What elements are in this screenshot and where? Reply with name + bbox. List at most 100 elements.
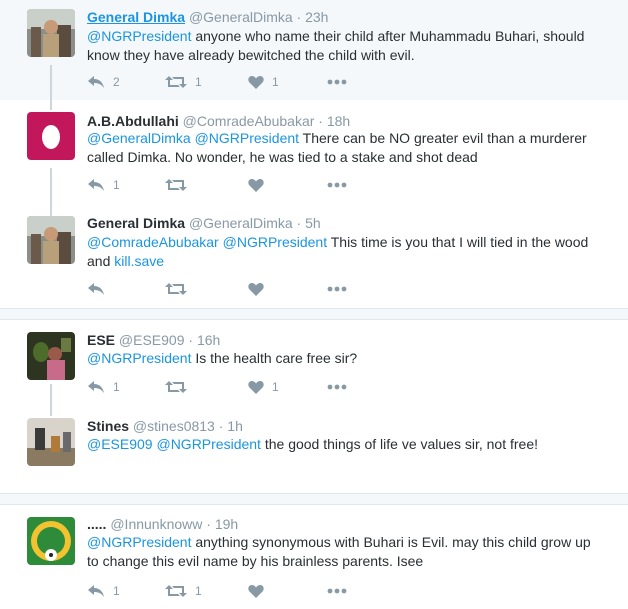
like-count: 1	[272, 380, 279, 394]
mention-link[interactable]: @NGRPresident	[87, 28, 191, 44]
timestamp[interactable]: · 5h	[297, 215, 321, 231]
retweet-icon	[165, 179, 187, 191]
author-handle[interactable]: @ESE909	[119, 332, 185, 348]
tweet-text: @GeneralDimka @NGRPresident There can be…	[87, 129, 602, 167]
retweet-icon	[165, 585, 187, 597]
retweet-button[interactable]: 1	[165, 72, 202, 92]
reply-button[interactable]	[87, 279, 105, 299]
reply-button[interactable]: 1	[87, 175, 120, 195]
author-name[interactable]: .....	[87, 516, 106, 532]
mention-link[interactable]: @NGRPresident	[87, 534, 191, 550]
more-button[interactable]	[327, 279, 347, 299]
mention-link[interactable]: @NGRPresident	[87, 350, 191, 366]
timestamp[interactable]: · 16h	[188, 332, 220, 348]
retweet-button[interactable]	[165, 279, 187, 299]
tweet-text: @NGRPresident anyone who name their chil…	[87, 27, 602, 65]
avatar[interactable]	[27, 517, 75, 565]
more-button[interactable]	[327, 72, 347, 92]
tweet-text: @ESE909 @NGRPresident the good things of…	[87, 435, 602, 454]
reply-button[interactable]: 1	[87, 377, 120, 397]
avatar[interactable]	[27, 332, 75, 380]
retweet-icon	[165, 283, 187, 295]
tweet-text: @ComradeAbubakar @NGRPresident This time…	[87, 233, 602, 271]
mention-link[interactable]: @GeneralDimka	[87, 130, 191, 146]
thread-connector	[50, 65, 52, 110]
tweet-header: General Dimka @GeneralDimka · 23h	[87, 9, 328, 25]
like-button[interactable]: 1	[248, 72, 279, 92]
author-handle[interactable]: @stines0813	[133, 418, 215, 434]
tweet-text: @NGRPresident anything synonymous with B…	[87, 533, 602, 571]
like-button[interactable]	[248, 175, 264, 195]
thread-separator	[0, 308, 628, 320]
like-icon	[248, 584, 264, 598]
reply-icon	[88, 381, 104, 393]
reply-count: 1	[113, 584, 120, 598]
like-icon	[248, 75, 264, 89]
reply-icon	[88, 179, 104, 191]
more-button[interactable]	[327, 175, 347, 195]
mention-link[interactable]: @NGRPresident	[156, 436, 260, 452]
avatar[interactable]	[27, 216, 75, 264]
mention-link[interactable]: @ComradeAbubakar	[87, 234, 219, 250]
author-name[interactable]: A.B.Abdullahi	[87, 113, 179, 129]
timestamp[interactable]: · 23h	[297, 9, 329, 25]
like-icon	[248, 282, 264, 296]
retweet-count: 1	[195, 75, 202, 89]
more-button[interactable]	[327, 377, 347, 397]
mention-link[interactable]: @ESE909	[87, 436, 153, 452]
avatar[interactable]	[27, 9, 75, 57]
reply-icon	[88, 76, 104, 88]
reply-button[interactable]: 1	[87, 581, 120, 601]
tweet-header: A.B.Abdullahi @ComradeAbubakar · 18h	[87, 113, 350, 129]
avatar[interactable]	[27, 418, 75, 466]
retweet-count: 1	[195, 584, 202, 598]
author-handle[interactable]: @GeneralDimka	[189, 9, 293, 25]
timestamp[interactable]: · 1h	[219, 418, 243, 434]
tweet-body: Is the health care free sir?	[191, 350, 358, 366]
tweet-header: ESE @ESE909 · 16h	[87, 332, 220, 348]
more-icon	[327, 588, 347, 594]
like-button[interactable]: 1	[248, 377, 279, 397]
author-name[interactable]: Stines	[87, 418, 129, 434]
like-button[interactable]	[248, 581, 264, 601]
mention-link[interactable]: @NGRPresident	[195, 130, 299, 146]
timestamp[interactable]: · 19h	[206, 516, 238, 532]
more-icon	[327, 79, 347, 85]
like-icon	[248, 380, 264, 394]
author-name[interactable]: ESE	[87, 332, 115, 348]
author-name[interactable]: General Dimka	[87, 9, 185, 25]
thread-connector	[50, 168, 52, 216]
avatar[interactable]	[27, 112, 75, 160]
retweet-button[interactable]: 1	[165, 581, 202, 601]
retweet-icon	[165, 381, 187, 393]
like-icon	[248, 178, 264, 192]
thread-separator	[0, 493, 628, 505]
more-icon	[327, 384, 347, 390]
like-count: 1	[272, 75, 279, 89]
reply-count: 1	[113, 380, 120, 394]
mention-link[interactable]: @NGRPresident	[223, 234, 327, 250]
tweet-header: ..... @Innunknoww · 19h	[87, 516, 238, 532]
more-button[interactable]	[327, 581, 347, 601]
thread-connector	[50, 384, 52, 416]
author-handle[interactable]: @Innunknoww	[110, 516, 202, 532]
more-icon	[327, 182, 347, 188]
tweet-header: General Dimka @GeneralDimka · 5h	[87, 215, 321, 231]
retweet-button[interactable]	[165, 175, 187, 195]
reply-count: 1	[113, 178, 120, 192]
like-button[interactable]	[248, 279, 264, 299]
url-link[interactable]: kill.save	[114, 253, 164, 269]
reply-button[interactable]: 2	[87, 72, 120, 92]
reply-count: 2	[113, 75, 120, 89]
retweet-icon	[165, 76, 187, 88]
author-handle[interactable]: @ComradeAbubakar	[183, 113, 315, 129]
tweet-body: the good things of life ve values sir, n…	[260, 436, 539, 452]
retweet-button[interactable]	[165, 377, 187, 397]
tweet-text: @NGRPresident Is the health care free si…	[87, 349, 602, 368]
timestamp[interactable]: · 18h	[318, 113, 350, 129]
author-name[interactable]: General Dimka	[87, 215, 185, 231]
more-icon	[327, 286, 347, 292]
reply-icon	[88, 283, 104, 295]
author-handle[interactable]: @GeneralDimka	[189, 215, 293, 231]
reply-icon	[88, 585, 104, 597]
